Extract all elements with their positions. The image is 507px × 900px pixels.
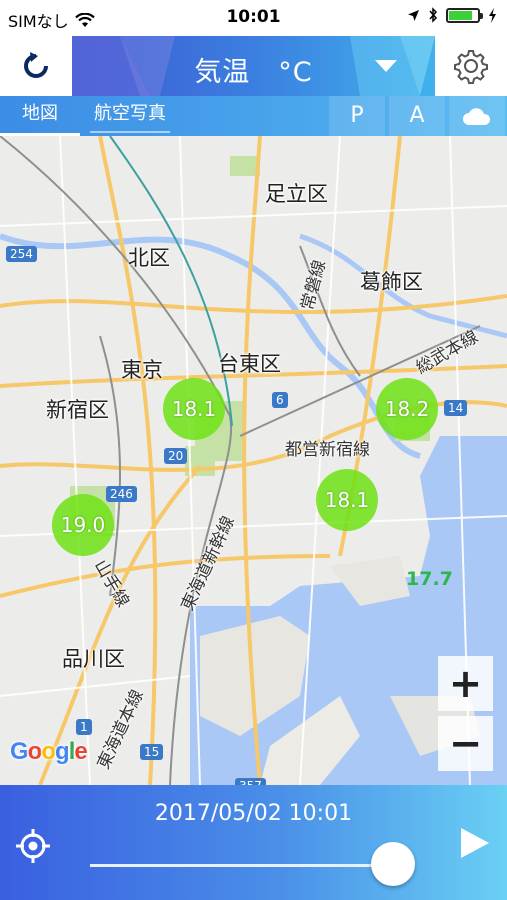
label-shinagawa: 品川区 [62, 647, 125, 671]
app-header: 気温 °C [0, 36, 507, 96]
route-shield: 20 [164, 448, 188, 464]
location-arrow-icon [408, 10, 419, 21]
status-bar: SIMなし 10:01 [0, 0, 507, 34]
tab-map[interactable]: 地図 [0, 96, 80, 136]
play-icon [461, 828, 489, 858]
map-type-tabbar: 地図 航空写真 P A [0, 96, 507, 136]
play-button[interactable] [459, 827, 491, 863]
tab-aerial[interactable]: 航空写真 [90, 99, 170, 133]
label-katsushika: 葛飾区 [360, 270, 423, 294]
route-shield: 6 [272, 392, 288, 408]
temperature-value-label[interactable]: 17.7 [406, 568, 453, 590]
chevron-down-icon[interactable] [375, 60, 397, 74]
route-shield: 14 [444, 400, 468, 416]
p-button[interactable]: P [329, 96, 385, 136]
label-adachi: 足立区 [265, 182, 328, 206]
temperature-marker[interactable]: 18.1 [163, 378, 225, 440]
locate-button[interactable] [14, 827, 52, 869]
charging-bolt-icon [489, 8, 496, 23]
temperature-marker[interactable]: 18.1 [316, 469, 378, 531]
time-slider-thumb[interactable] [371, 842, 415, 886]
map-base [0, 136, 507, 785]
route-shield: 246 [106, 486, 137, 502]
label-shinjuku: 新宿区 [46, 398, 109, 422]
label-toei-shinjuku-line: 都営新宿線 [285, 440, 370, 460]
layer-title[interactable]: 気温 °C [0, 50, 507, 89]
temperature-marker[interactable]: 19.0 [52, 494, 114, 556]
route-shield: 1 [76, 719, 92, 735]
crosshair-icon [16, 829, 50, 863]
label-tokyo: 東京 [121, 358, 163, 382]
route-shield: 254 [6, 246, 37, 262]
google-logo: Google [10, 738, 88, 765]
cloud-icon [463, 108, 491, 125]
time-control-bar: 2017/05/02 10:01 [0, 785, 507, 900]
temperature-marker[interactable]: 18.2 [376, 378, 438, 440]
datetime-label: 2017/05/02 10:01 [154, 801, 353, 826]
cloud-button[interactable] [449, 96, 505, 136]
settings-button[interactable] [435, 36, 507, 96]
zoom-in-button[interactable]: + [438, 656, 493, 711]
zoom-out-button[interactable]: − [438, 716, 493, 771]
label-kita: 北区 [128, 246, 170, 270]
label-taito: 台東区 [218, 352, 281, 376]
time-slider-track[interactable] [90, 864, 392, 867]
map-view[interactable]: 足立区 北区 葛飾区 東京 台東区 新宿区 都営新宿線 品川区 総武本線 常磐線… [0, 136, 507, 785]
route-shield: 357 [235, 778, 266, 785]
battery-icon [446, 8, 483, 23]
gear-icon [454, 50, 488, 84]
route-shield: 15 [140, 744, 164, 760]
bluetooth-icon [429, 7, 438, 23]
a-button[interactable]: A [389, 96, 445, 136]
